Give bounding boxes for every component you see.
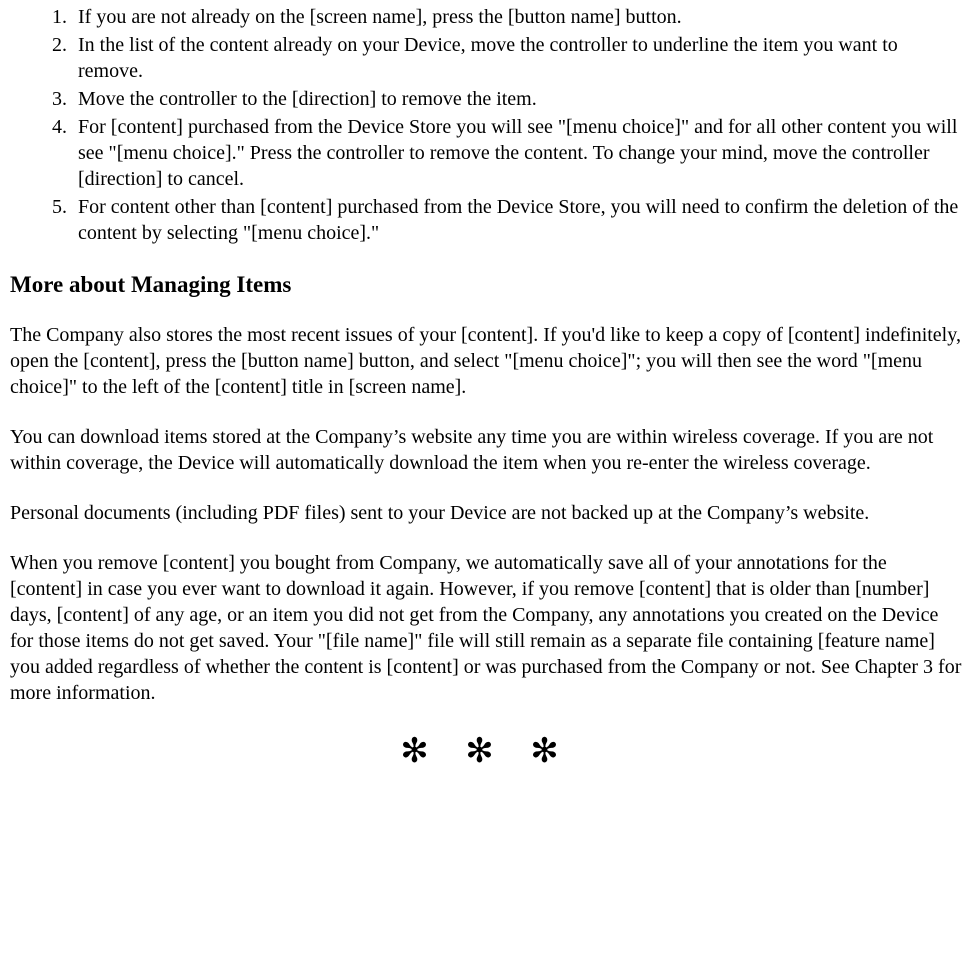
list-item: Move the controller to the [direction] t… xyxy=(72,86,963,112)
body-paragraph: Personal documents (including PDF files)… xyxy=(10,500,963,526)
section-heading: More about Managing Items xyxy=(10,270,963,300)
section-divider: ✻ ✻ ✻ xyxy=(10,730,963,774)
body-paragraph: When you remove [content] you bought fro… xyxy=(10,550,963,706)
list-item: For content other than [content] purchas… xyxy=(72,194,963,246)
list-item: In the list of the content already on yo… xyxy=(72,32,963,84)
list-item: If you are not already on the [screen na… xyxy=(72,4,963,30)
list-item: For [content] purchased from the Device … xyxy=(72,114,963,192)
body-paragraph: The Company also stores the most recent … xyxy=(10,322,963,400)
instruction-list: If you are not already on the [screen na… xyxy=(10,4,963,246)
body-paragraph: You can download items stored at the Com… xyxy=(10,424,963,476)
